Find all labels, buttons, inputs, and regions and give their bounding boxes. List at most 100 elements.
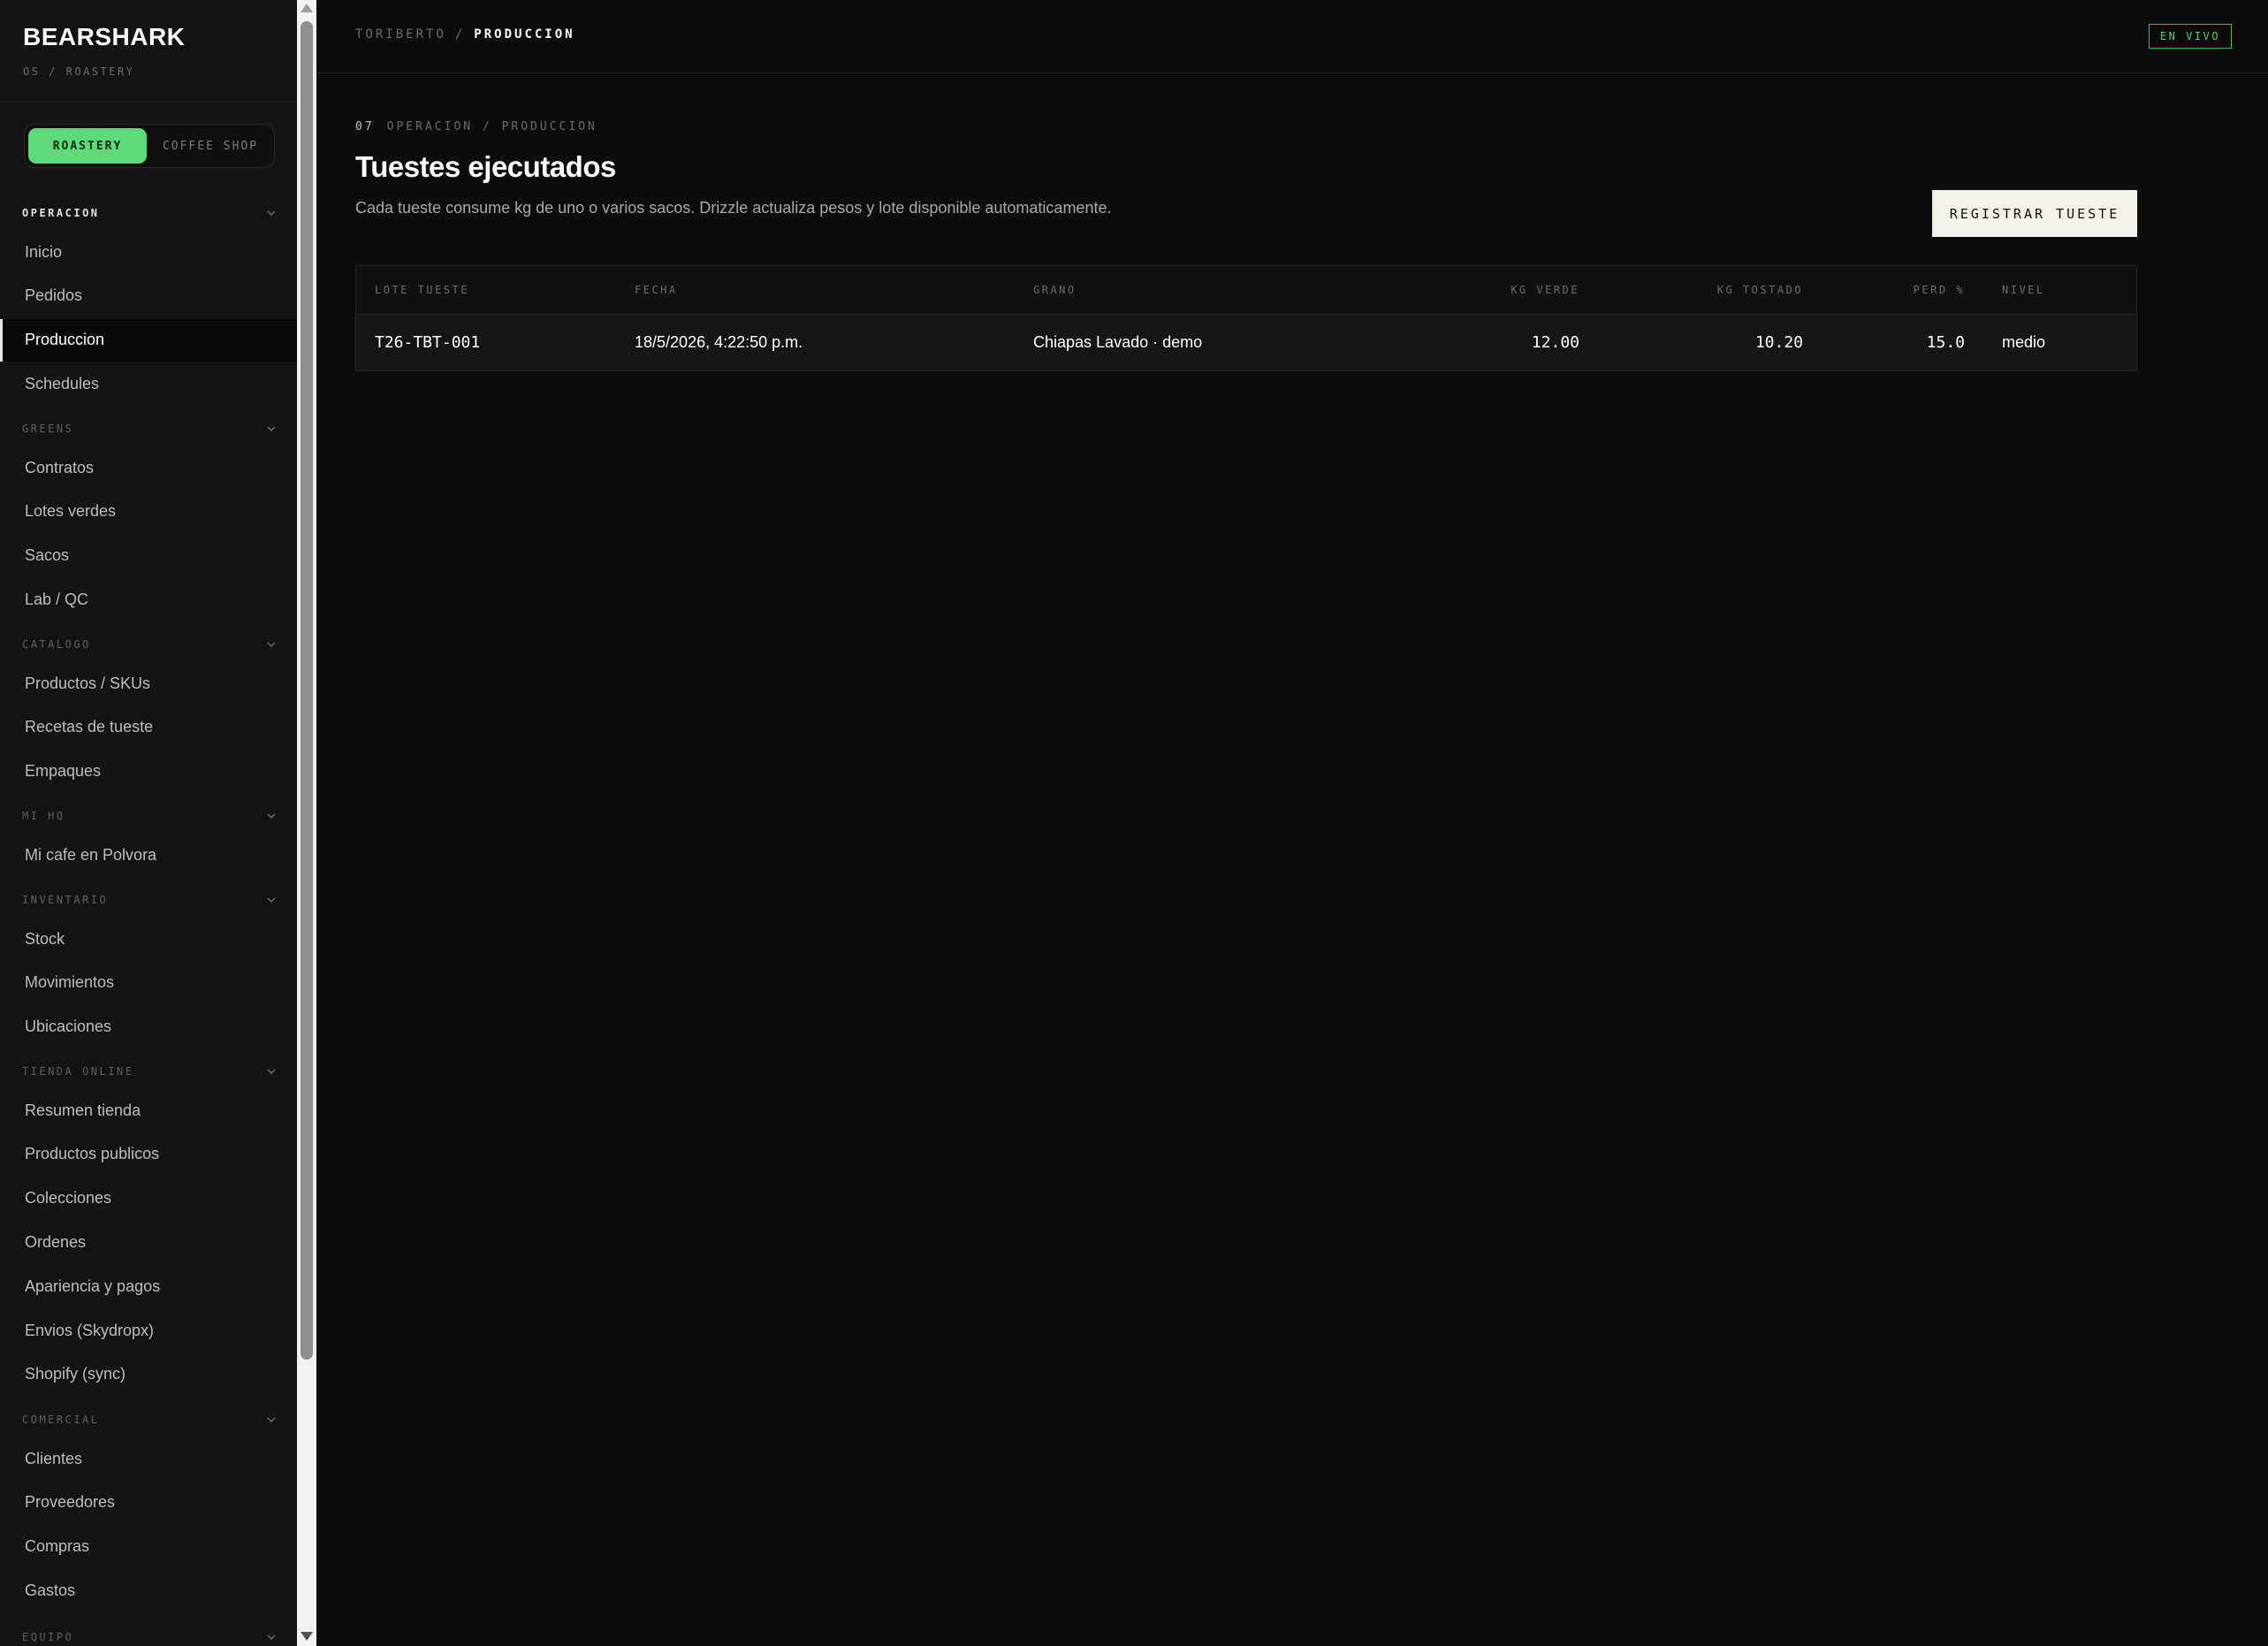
sidebar-item-resumen-tienda[interactable]: Resumen tienda	[0, 1089, 297, 1132]
breadcrumb: TORIBERTO / PRODUCCION	[355, 27, 575, 42]
sidebar-item-label: Productos / SKUs	[25, 674, 151, 692]
sidebar-section-greens[interactable]: GREENS	[22, 423, 278, 440]
sidebar-section-label: INVENTARIO	[22, 894, 109, 906]
sidebar-item-lab-qc[interactable]: Lab / QC	[0, 578, 297, 621]
breadcrumb-current: PRODUCCION	[474, 27, 575, 42]
column-header[interactable]: NIVEL	[2002, 284, 2045, 296]
page-path: OPERACION / PRODUCCION	[386, 120, 597, 133]
sidebar-item-ordenes[interactable]: Ordenes	[0, 1221, 297, 1263]
register-roast-button[interactable]: REGISTRAR TUESTE	[1932, 190, 2137, 237]
chevron-down-icon[interactable]	[264, 809, 278, 823]
brand-logo[interactable]: BEARSHARK	[23, 23, 185, 51]
scroll-down-arrow-icon[interactable]	[301, 1632, 313, 1641]
sidebar-item-pedidos[interactable]: Pedidos	[0, 275, 297, 317]
sidebar-item-gastos[interactable]: Gastos	[0, 1569, 297, 1612]
sidebar-item-label: Sacos	[25, 546, 70, 565]
page-title: Tuestes ejecutados	[355, 150, 616, 183]
sidebar-item-envios-skydropx[interactable]: Envios (Skydropx)	[0, 1309, 297, 1352]
sidebar-item-schedules[interactable]: Schedules	[0, 362, 297, 405]
page-number: 07	[355, 120, 375, 133]
sidebar-item-label: Contratos	[25, 458, 95, 476]
main-content: TORIBERTO / PRODUCCION EN VIVO 07 OPERACION…	[316, 0, 2268, 1646]
table-header: LOTE TUESTE FECHA GRANO KG VERDE KG TOST…	[356, 266, 2136, 315]
sidebar-item-shopify-sync[interactable]: Shopify (sync)	[0, 1353, 297, 1396]
sidebar-item-label: Empaques	[25, 762, 102, 781]
sidebar-section-label: CATALOGO	[22, 638, 91, 651]
sidebar-scrollbar[interactable]	[297, 0, 316, 1646]
sidebar: BEARSHARK OS / ROASTERY ROASTERY COFFEE …	[0, 0, 297, 1646]
sidebar-section-label: OPERACION	[22, 207, 100, 219]
sidebar-item-label: Movimientos	[25, 973, 115, 992]
mode-roastery-button[interactable]: ROASTERY	[28, 128, 147, 164]
sidebar-item-sacos[interactable]: Sacos	[0, 535, 297, 577]
chevron-down-icon[interactable]	[264, 422, 278, 436]
column-header[interactable]: KG TOSTADO	[1717, 284, 1803, 296]
column-header[interactable]: LOTE TUESTE	[375, 284, 469, 296]
sidebar-item-label: Recetas de tueste	[25, 718, 154, 736]
sidebar-section-label: COMERCIAL	[22, 1414, 100, 1426]
sidebar-item-proveedores[interactable]: Proveedores	[0, 1482, 297, 1524]
column-header[interactable]: PERD %	[1914, 284, 1965, 296]
sidebar-section-equipo[interactable]: EQUIPO	[22, 1631, 278, 1646]
sidebar-item-label: Apariencia y pagos	[25, 1276, 161, 1295]
sidebar-item-empaques[interactable]: Empaques	[0, 751, 297, 793]
scrollbar-thumb[interactable]	[301, 21, 313, 1360]
roasts-table: LOTE TUESTE FECHA GRANO KG VERDE KG TOST…	[355, 265, 2137, 371]
sidebar-section-inventario[interactable]: INVENTARIO	[22, 894, 278, 911]
sidebar-item-ubicaciones[interactable]: Ubicaciones	[0, 1006, 297, 1048]
cell-bean: Chiapas Lavado · demo	[1033, 333, 1203, 351]
sidebar-item-mi-cafe-en-polvora[interactable]: Mi cafe en Polvora	[0, 834, 297, 876]
sidebar-item-stock[interactable]: Stock	[0, 918, 297, 960]
sidebar-item-recetas-de-tueste[interactable]: Recetas de tueste	[0, 706, 297, 749]
sidebar-item-label: Envios (Skydropx)	[25, 1321, 155, 1339]
sidebar-item-apariencia-y-pagos[interactable]: Apariencia y pagos	[0, 1265, 297, 1307]
divider	[0, 102, 297, 103]
table-row[interactable]: T26-TBT-001 18/5/2026, 4:22:50 p.m. Chia…	[356, 315, 2136, 370]
chevron-down-icon[interactable]	[264, 637, 278, 652]
sidebar-item-label: Schedules	[25, 374, 100, 392]
sidebar-section-label: GREENS	[22, 423, 74, 435]
sidebar-item-compras[interactable]: Compras	[0, 1526, 297, 1568]
sidebar-section-label: MI HQ	[22, 810, 65, 822]
sidebar-item-contratos[interactable]: Contratos	[0, 446, 297, 489]
column-header[interactable]: FECHA	[635, 284, 678, 296]
sidebar-item-produccion[interactable]: Produccion	[0, 318, 297, 362]
chevron-down-icon[interactable]	[264, 1630, 278, 1644]
sidebar-section-catalogo[interactable]: CATALOGO	[22, 638, 278, 656]
sidebar-section-tienda-online[interactable]: TIENDA ONLINE	[22, 1065, 278, 1083]
cell-level: medio	[2002, 333, 2046, 351]
sidebar-item-inicio[interactable]: Inicio	[0, 231, 297, 273]
sidebar-item-colecciones[interactable]: Colecciones	[0, 1177, 297, 1220]
sidebar-item-productos-skus[interactable]: Productos / SKUs	[0, 662, 297, 705]
sidebar-item-lotes-verdes[interactable]: Lotes verdes	[0, 491, 297, 533]
sidebar-item-label: Produccion	[25, 331, 105, 349]
chevron-down-icon[interactable]	[264, 1413, 278, 1427]
sidebar-item-label: Shopify (sync)	[25, 1365, 126, 1383]
brand-subtitle: OS / ROASTERY	[23, 65, 135, 78]
chevron-down-icon[interactable]	[264, 1064, 278, 1078]
sidebar-item-label: Lotes verdes	[25, 502, 117, 521]
sidebar-section-mi-hq[interactable]: MI HQ	[22, 810, 278, 827]
page-eyebrow: 07 OPERACION / PRODUCCION	[355, 120, 597, 133]
mode-toggle: ROASTERY COFFEE SHOP	[24, 124, 275, 168]
column-header[interactable]: KG VERDE	[1511, 284, 1579, 296]
sidebar-item-clientes[interactable]: Clientes	[0, 1437, 297, 1480]
sidebar-item-productos-publicos[interactable]: Productos publicos	[0, 1133, 297, 1176]
sidebar-item-label: Mi cafe en Polvora	[25, 845, 157, 864]
column-header[interactable]: GRANO	[1033, 284, 1077, 296]
status-badge: EN VIVO	[2148, 24, 2232, 49]
mode-coffee-shop-button[interactable]: COFFEE SHOP	[150, 128, 270, 164]
scroll-up-arrow-icon[interactable]	[301, 4, 313, 12]
sidebar-item-label: Resumen tienda	[25, 1101, 141, 1119]
chevron-down-icon[interactable]	[264, 206, 278, 220]
chevron-down-icon[interactable]	[264, 893, 278, 907]
sidebar-item-movimientos[interactable]: Movimientos	[0, 962, 297, 1004]
sidebar-item-label: Clientes	[25, 1449, 83, 1467]
breadcrumb-root[interactable]: TORIBERTO	[355, 27, 446, 42]
sidebar-item-label: Gastos	[25, 1581, 76, 1599]
sidebar-section-comercial[interactable]: COMERCIAL	[22, 1414, 278, 1431]
sidebar-section-operacion[interactable]: OPERACION	[22, 207, 278, 225]
cell-roast-lot[interactable]: T26-TBT-001	[375, 333, 480, 352]
sidebar-item-label: Stock	[25, 929, 65, 948]
breadcrumb-separator: /	[454, 27, 466, 42]
